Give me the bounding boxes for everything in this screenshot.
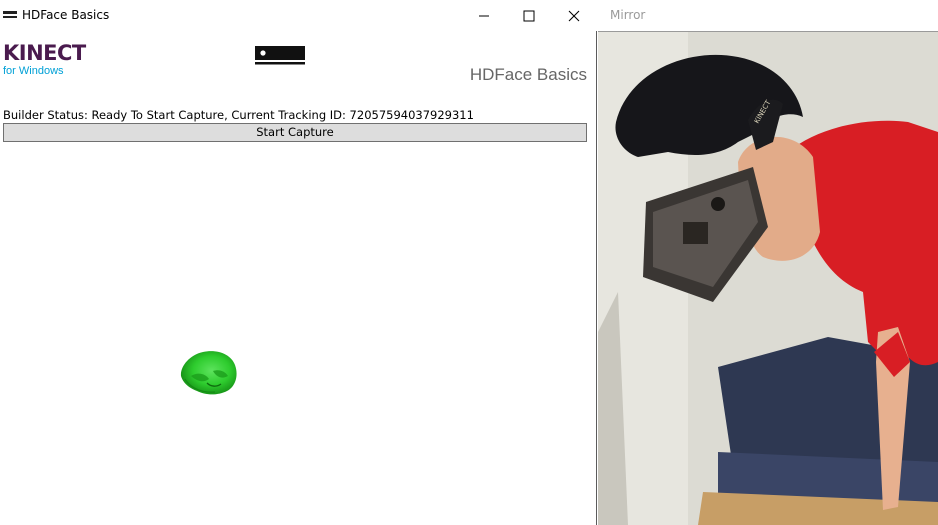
mirror-window-title: Mirror [610,8,645,23]
logo-subtitle: for Windows [3,65,86,78]
maximize-button[interactable] [506,0,551,31]
title-bar[interactable]: HDFace Basics [0,0,597,31]
mirror-window: Mirror KINECT [598,0,938,525]
app-icon [3,11,17,19]
app-heading: HDFace Basics [470,65,587,85]
window-title: HDFace Basics [22,8,109,23]
minimize-button[interactable] [461,0,506,31]
close-icon [568,10,580,22]
sensor-icon [255,46,305,66]
mirror-title-bar[interactable]: Mirror [598,0,938,32]
kinect-logo: KINECT for Windows [3,42,86,78]
maximize-icon [523,10,535,22]
hdface-window: HDFace Basics KINECT for Windows HDFace … [0,0,597,525]
minimize-icon [478,10,490,22]
logo-brand: KINECT [3,42,86,64]
face-mesh-render [177,349,239,397]
camera-feed: KINECT [598,32,938,525]
start-capture-button[interactable]: Start Capture [3,123,587,142]
builder-status-text: Builder Status: Ready To Start Capture, … [3,107,474,123]
close-button[interactable] [551,0,596,31]
